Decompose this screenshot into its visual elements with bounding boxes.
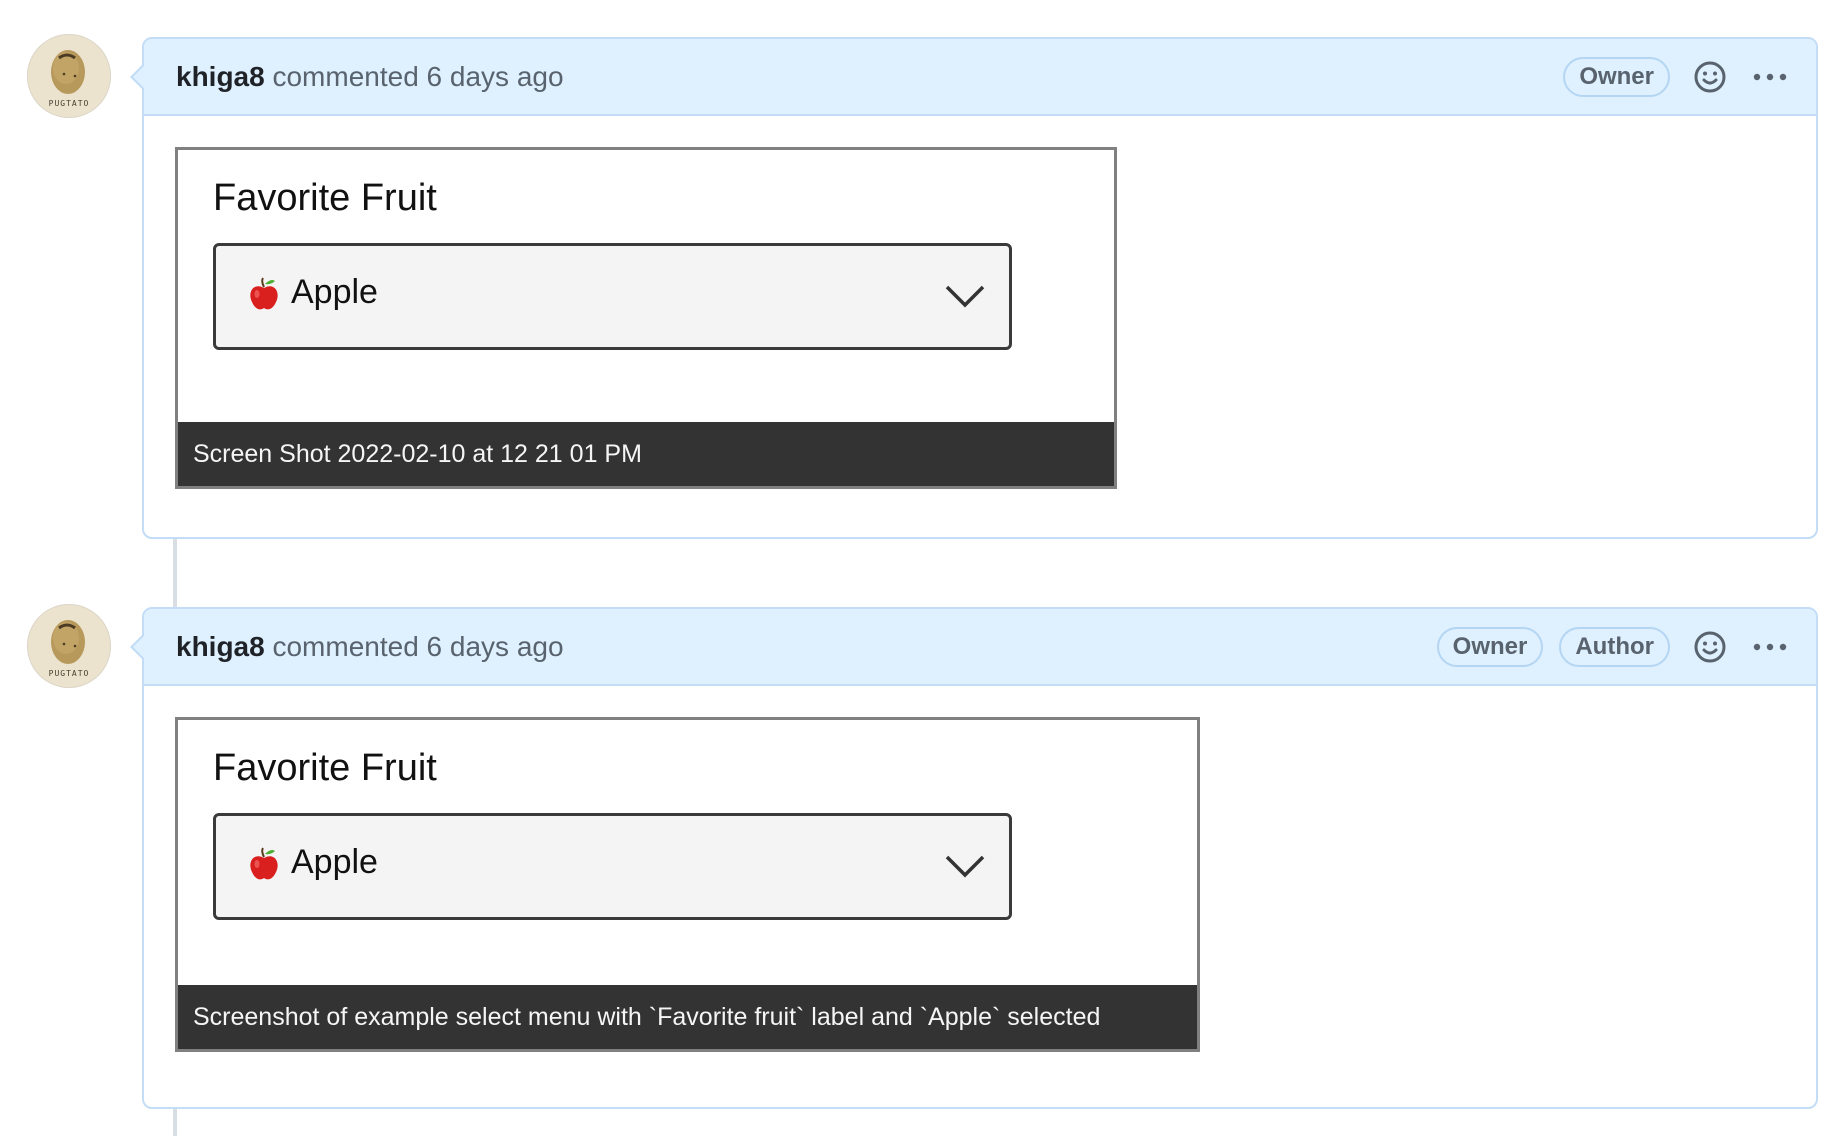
owner-badge: Owner	[1563, 56, 1670, 97]
screenshot-caption: Screenshot of example select menu with `…	[178, 985, 1197, 1049]
smiley-icon	[1694, 631, 1726, 662]
comment-actions: Owner Author	[1421, 609, 1790, 684]
attached-screenshot[interactable]: Favorite Fruit Apple Screen Shot 2022-02…	[175, 147, 1117, 489]
screenshot-caption: Screen Shot 2022-02-10 at 12 21 01 PM	[178, 422, 1114, 486]
author-avatar[interactable]: PUGTATO	[27, 604, 111, 688]
add-reaction-button[interactable]	[1690, 627, 1730, 667]
comment-options-button[interactable]	[1750, 627, 1790, 667]
kebab-horizontal-icon	[1753, 73, 1787, 80]
comment-actions: Owner	[1547, 39, 1790, 114]
selected-value: Apple	[291, 273, 378, 311]
comment-pointer	[130, 633, 145, 661]
smiley-icon	[1694, 61, 1726, 92]
red-apple-emoji-icon	[250, 847, 278, 880]
add-reaction-button[interactable]	[1690, 57, 1730, 97]
selected-value: Apple	[291, 843, 378, 881]
fruit-select: Apple	[213, 243, 1012, 350]
author-badge: Author	[1559, 626, 1670, 667]
author-link[interactable]: khiga8	[176, 631, 265, 662]
form-label: Favorite Fruit	[213, 747, 437, 789]
red-apple-emoji-icon	[250, 277, 278, 310]
form-label: Favorite Fruit	[213, 177, 437, 219]
timeline-comment: khiga8 commented 6 days ago Owner Author	[130, 607, 1818, 1109]
comment-timestamp[interactable]: commented 6 days ago	[272, 631, 563, 662]
author-link[interactable]: khiga8	[176, 61, 265, 92]
timeline-connector	[173, 539, 177, 607]
fruit-select: Apple	[213, 813, 1012, 920]
timeline-comment: khiga8 commented 6 days ago Owner Favori…	[130, 37, 1818, 539]
kebab-horizontal-icon	[1753, 643, 1787, 650]
chevron-down-icon	[945, 855, 985, 878]
comment-meta: khiga8 commented 6 days ago	[176, 61, 564, 93]
avatar-caption: PUGTATO	[48, 669, 90, 678]
owner-badge: Owner	[1436, 626, 1544, 667]
avatar-caption: PUGTATO	[48, 99, 90, 108]
comment-options-button[interactable]	[1750, 57, 1790, 97]
comment-header: khiga8 commented 6 days ago Owner	[130, 39, 1816, 116]
attached-screenshot[interactable]: Favorite Fruit Apple Screenshot of examp…	[175, 717, 1200, 1052]
author-avatar[interactable]: PUGTATO	[27, 34, 111, 118]
timeline-connector	[173, 1109, 177, 1136]
comment-meta: khiga8 commented 6 days ago	[176, 631, 564, 663]
chevron-down-icon	[945, 285, 985, 308]
comment-header: khiga8 commented 6 days ago Owner Author	[130, 609, 1816, 686]
comment-timestamp[interactable]: commented 6 days ago	[272, 61, 563, 92]
comment-pointer	[130, 63, 145, 91]
